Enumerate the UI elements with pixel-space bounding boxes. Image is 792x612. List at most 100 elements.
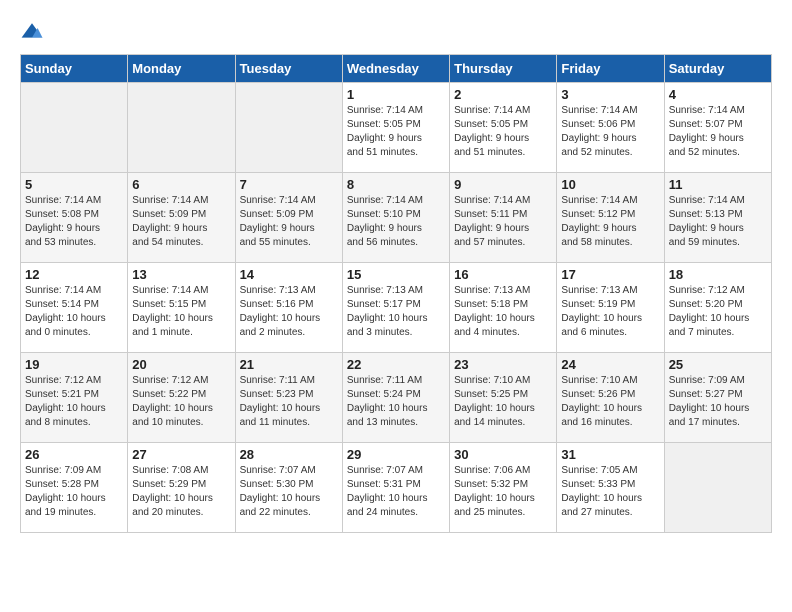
page-header bbox=[20, 20, 772, 44]
calendar-cell: 3Sunrise: 7:14 AM Sunset: 5:06 PM Daylig… bbox=[557, 83, 664, 173]
calendar-cell: 15 Sunrise: 7:13 AM Sunset: 5:17 PM Dayli… bbox=[342, 263, 449, 353]
day-number: 24 bbox=[561, 357, 659, 372]
day-info: Sunrise: 7:08 AM Sunset: 5:29 PM Dayligh… bbox=[132, 464, 230, 520]
day-number: 5 bbox=[25, 177, 123, 192]
calendar-cell: 7 Sunrise: 7:14 AM Sunset: 5:09 PM Daylig… bbox=[235, 173, 342, 263]
day-info: Sunrise: 7:14 AM Sunset: 5:12 PM Dayligh… bbox=[561, 194, 659, 250]
day-number: 15 bbox=[347, 267, 445, 282]
day-info: Sunrise: 7:13 AM Sunset: 5:19 PM Dayligh… bbox=[561, 284, 659, 340]
calendar-cell: 8 Sunrise: 7:14 AM Sunset: 5:10 PM Daylig… bbox=[342, 173, 449, 263]
day-info: Sunrise: 7:14 AM Sunset: 5:05 PM Dayligh… bbox=[347, 104, 445, 160]
day-info: Sunrise: 7:14 AM Sunset: 5:10 PM Dayligh… bbox=[347, 194, 445, 250]
day-number: 30 bbox=[454, 447, 552, 462]
calendar-header-row: SundayMondayTuesdayWednesdayThursdayFrid… bbox=[21, 55, 772, 83]
calendar-cell: 19 Sunrise: 7:12 AM Sunset: 5:21 PM Dayli… bbox=[21, 353, 128, 443]
day-number: 19 bbox=[25, 357, 123, 372]
day-number: 10 bbox=[561, 177, 659, 192]
day-number: 22 bbox=[347, 357, 445, 372]
day-number: 21 bbox=[240, 357, 338, 372]
day-number: 26 bbox=[25, 447, 123, 462]
day-header-saturday: Saturday bbox=[664, 55, 771, 83]
calendar-cell: 20 Sunrise: 7:12 AM Sunset: 5:22 PM Dayli… bbox=[128, 353, 235, 443]
day-info: Sunrise: 7:10 AM Sunset: 5:25 PM Dayligh… bbox=[454, 374, 552, 430]
calendar-cell bbox=[664, 443, 771, 533]
calendar-cell: 12 Sunrise: 7:14 AM Sunset: 5:14 PM Dayli… bbox=[21, 263, 128, 353]
day-info: Sunrise: 7:14 AM Sunset: 5:07 PM Dayligh… bbox=[669, 104, 767, 160]
calendar-cell: 10 Sunrise: 7:14 AM Sunset: 5:12 PM Dayli… bbox=[557, 173, 664, 263]
day-info: Sunrise: 7:07 AM Sunset: 5:30 PM Dayligh… bbox=[240, 464, 338, 520]
day-info: Sunrise: 7:14 AM Sunset: 5:15 PM Dayligh… bbox=[132, 284, 230, 340]
day-info: Sunrise: 7:13 AM Sunset: 5:17 PM Dayligh… bbox=[347, 284, 445, 340]
day-info: Sunrise: 7:10 AM Sunset: 5:26 PM Dayligh… bbox=[561, 374, 659, 430]
calendar-cell: 22 Sunrise: 7:11 AM Sunset: 5:24 PM Dayli… bbox=[342, 353, 449, 443]
day-info: Sunrise: 7:05 AM Sunset: 5:33 PM Dayligh… bbox=[561, 464, 659, 520]
day-header-friday: Friday bbox=[557, 55, 664, 83]
logo-icon bbox=[20, 20, 44, 44]
calendar-cell: 13 Sunrise: 7:14 AM Sunset: 5:15 PM Dayli… bbox=[128, 263, 235, 353]
day-number: 28 bbox=[240, 447, 338, 462]
day-info: Sunrise: 7:14 AM Sunset: 5:13 PM Dayligh… bbox=[669, 194, 767, 250]
day-info: Sunrise: 7:11 AM Sunset: 5:23 PM Dayligh… bbox=[240, 374, 338, 430]
day-number: 25 bbox=[669, 357, 767, 372]
day-number: 11 bbox=[669, 177, 767, 192]
day-info: Sunrise: 7:13 AM Sunset: 5:16 PM Dayligh… bbox=[240, 284, 338, 340]
calendar-cell: 14 Sunrise: 7:13 AM Sunset: 5:16 PM Dayli… bbox=[235, 263, 342, 353]
day-info: Sunrise: 7:14 AM Sunset: 5:14 PM Dayligh… bbox=[25, 284, 123, 340]
calendar-week-row: 12 Sunrise: 7:14 AM Sunset: 5:14 PM Dayli… bbox=[21, 263, 772, 353]
day-number: 20 bbox=[132, 357, 230, 372]
day-info: Sunrise: 7:12 AM Sunset: 5:21 PM Dayligh… bbox=[25, 374, 123, 430]
calendar-cell: 18Sunrise: 7:12 AM Sunset: 5:20 PM Dayli… bbox=[664, 263, 771, 353]
calendar-cell: 31 Sunrise: 7:05 AM Sunset: 5:33 PM Dayli… bbox=[557, 443, 664, 533]
day-info: Sunrise: 7:12 AM Sunset: 5:22 PM Dayligh… bbox=[132, 374, 230, 430]
day-info: Sunrise: 7:06 AM Sunset: 5:32 PM Dayligh… bbox=[454, 464, 552, 520]
day-number: 1 bbox=[347, 87, 445, 102]
calendar-cell: 2 Sunrise: 7:14 AM Sunset: 5:05 PM Daylig… bbox=[450, 83, 557, 173]
day-number: 14 bbox=[240, 267, 338, 282]
day-info: Sunrise: 7:14 AM Sunset: 5:09 PM Dayligh… bbox=[240, 194, 338, 250]
calendar-cell: 30 Sunrise: 7:06 AM Sunset: 5:32 PM Dayli… bbox=[450, 443, 557, 533]
day-info: Sunrise: 7:14 AM Sunset: 5:09 PM Dayligh… bbox=[132, 194, 230, 250]
day-number: 17 bbox=[561, 267, 659, 282]
day-header-sunday: Sunday bbox=[21, 55, 128, 83]
day-number: 7 bbox=[240, 177, 338, 192]
calendar-cell: 24 Sunrise: 7:10 AM Sunset: 5:26 PM Dayli… bbox=[557, 353, 664, 443]
day-info: Sunrise: 7:14 AM Sunset: 5:11 PM Dayligh… bbox=[454, 194, 552, 250]
calendar-table: SundayMondayTuesdayWednesdayThursdayFrid… bbox=[20, 54, 772, 533]
day-number: 27 bbox=[132, 447, 230, 462]
day-number: 31 bbox=[561, 447, 659, 462]
logo bbox=[20, 20, 48, 44]
day-number: 23 bbox=[454, 357, 552, 372]
calendar-cell: 26Sunrise: 7:09 AM Sunset: 5:28 PM Dayli… bbox=[21, 443, 128, 533]
day-number: 29 bbox=[347, 447, 445, 462]
calendar-cell: 21 Sunrise: 7:11 AM Sunset: 5:23 PM Dayli… bbox=[235, 353, 342, 443]
calendar-cell: 27 Sunrise: 7:08 AM Sunset: 5:29 PM Dayli… bbox=[128, 443, 235, 533]
day-info: Sunrise: 7:13 AM Sunset: 5:18 PM Dayligh… bbox=[454, 284, 552, 340]
day-number: 8 bbox=[347, 177, 445, 192]
calendar-cell: 25Sunrise: 7:09 AM Sunset: 5:27 PM Dayli… bbox=[664, 353, 771, 443]
calendar-cell: 4 Sunrise: 7:14 AM Sunset: 5:07 PM Daylig… bbox=[664, 83, 771, 173]
calendar-week-row: 26Sunrise: 7:09 AM Sunset: 5:28 PM Dayli… bbox=[21, 443, 772, 533]
day-info: Sunrise: 7:14 AM Sunset: 5:08 PM Dayligh… bbox=[25, 194, 123, 250]
day-info: Sunrise: 7:14 AM Sunset: 5:05 PM Dayligh… bbox=[454, 104, 552, 160]
calendar-cell: 5 Sunrise: 7:14 AM Sunset: 5:08 PM Daylig… bbox=[21, 173, 128, 263]
day-number: 16 bbox=[454, 267, 552, 282]
calendar-cell: 1 Sunrise: 7:14 AM Sunset: 5:05 PM Daylig… bbox=[342, 83, 449, 173]
calendar-cell: 23 Sunrise: 7:10 AM Sunset: 5:25 PM Dayli… bbox=[450, 353, 557, 443]
day-info: Sunrise: 7:11 AM Sunset: 5:24 PM Dayligh… bbox=[347, 374, 445, 430]
day-number: 9 bbox=[454, 177, 552, 192]
day-header-wednesday: Wednesday bbox=[342, 55, 449, 83]
calendar-week-row: 5 Sunrise: 7:14 AM Sunset: 5:08 PM Daylig… bbox=[21, 173, 772, 263]
day-info: Sunrise: 7:12 AM Sunset: 5:20 PM Dayligh… bbox=[669, 284, 767, 340]
day-header-tuesday: Tuesday bbox=[235, 55, 342, 83]
calendar-cell: 9 Sunrise: 7:14 AM Sunset: 5:11 PM Daylig… bbox=[450, 173, 557, 263]
day-number: 13 bbox=[132, 267, 230, 282]
day-number: 4 bbox=[669, 87, 767, 102]
calendar-cell bbox=[235, 83, 342, 173]
day-header-thursday: Thursday bbox=[450, 55, 557, 83]
day-number: 6 bbox=[132, 177, 230, 192]
day-header-monday: Monday bbox=[128, 55, 235, 83]
day-number: 2 bbox=[454, 87, 552, 102]
calendar-week-row: 19 Sunrise: 7:12 AM Sunset: 5:21 PM Dayli… bbox=[21, 353, 772, 443]
day-number: 12 bbox=[25, 267, 123, 282]
calendar-cell: 28 Sunrise: 7:07 AM Sunset: 5:30 PM Dayli… bbox=[235, 443, 342, 533]
